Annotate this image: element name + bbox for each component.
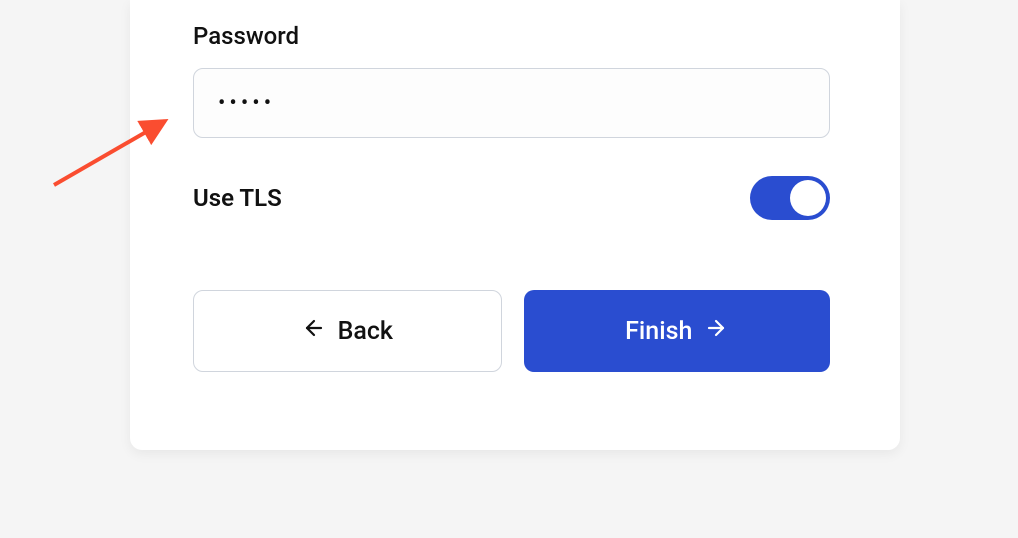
finish-button-label: Finish <box>625 317 692 346</box>
password-input[interactable] <box>193 68 830 138</box>
tls-toggle[interactable] <box>750 176 830 220</box>
tls-label: Use TLS <box>193 184 282 212</box>
arrow-left-icon <box>302 316 326 347</box>
finish-button[interactable]: Finish <box>524 290 831 372</box>
back-button-label: Back <box>338 317 393 346</box>
password-label: Password <box>193 22 830 50</box>
button-row: Back Finish <box>193 290 830 372</box>
form-card: Password Use TLS Back Finish <box>130 0 900 450</box>
arrow-right-icon <box>704 316 728 347</box>
toggle-thumb <box>790 180 826 216</box>
back-button[interactable]: Back <box>193 290 502 372</box>
tls-row: Use TLS <box>193 176 830 220</box>
